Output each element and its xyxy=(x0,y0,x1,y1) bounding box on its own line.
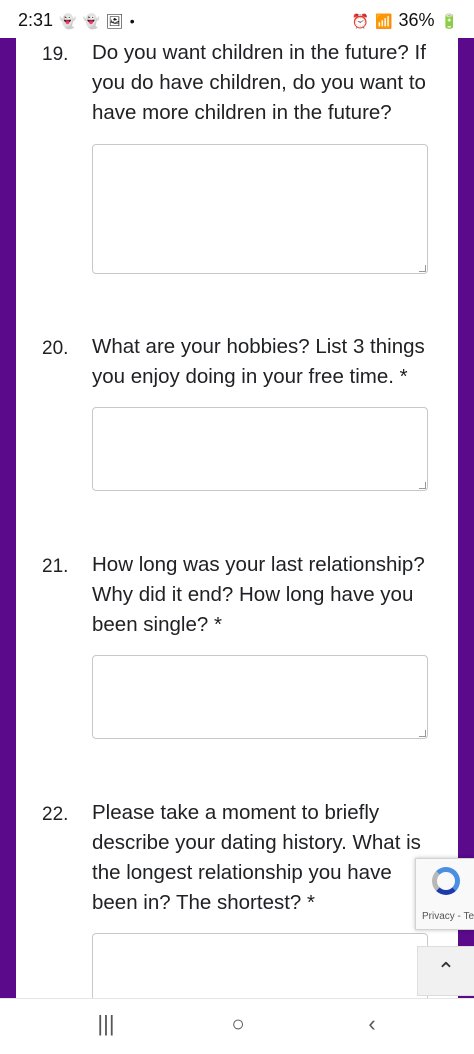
answer-textarea[interactable] xyxy=(92,655,428,739)
battery-level: 36% xyxy=(398,10,435,30)
recaptcha-icon xyxy=(432,867,460,895)
status-left: 2:31 👻 👻 🖼 • xyxy=(18,10,135,31)
resize-handle-icon[interactable] xyxy=(419,265,426,272)
answer-textarea[interactable] xyxy=(92,144,428,274)
question-text: What are your hobbies? List 3 things you… xyxy=(92,335,425,388)
recent-apps-button[interactable]: ||| xyxy=(86,1011,126,1037)
snapchat-icon: 👻 xyxy=(59,12,77,29)
answer-textarea[interactable] xyxy=(92,933,428,998)
clock: 2:31 xyxy=(18,10,54,30)
recaptcha-badge[interactable]: Privacy - Te xyxy=(415,858,474,930)
question-number: 22. xyxy=(42,804,69,825)
wifi-icon: 📶 xyxy=(375,12,393,29)
right-frame-border xyxy=(458,38,474,998)
chevron-up-icon: ⌃ xyxy=(436,958,456,983)
question-number: 21. xyxy=(42,556,69,577)
alarm-icon: ⏰ xyxy=(351,12,370,29)
back-button[interactable]: ‹ xyxy=(352,1011,392,1037)
home-button[interactable]: ○ xyxy=(218,1011,258,1037)
status-right: ⏰ 📶 36% 🔋 xyxy=(352,10,458,31)
system-nav-bar: ||| ○ ‹ xyxy=(0,998,474,1054)
scroll-to-top-button[interactable]: ⌃ xyxy=(417,946,474,996)
question-text: Do you want children in the future? If y… xyxy=(92,41,426,124)
form-content: 19. Do you want children in the future? … xyxy=(16,38,458,998)
snapchat-icon: 👻 xyxy=(82,12,100,29)
left-frame-border xyxy=(0,38,16,998)
resize-handle-icon[interactable] xyxy=(419,730,426,737)
question-number: 19. xyxy=(42,44,69,65)
image-icon: 🖼 xyxy=(105,12,124,29)
question-text: Please take a moment to briefly describe… xyxy=(92,801,421,914)
battery-icon: 🔋 xyxy=(440,12,458,29)
recaptcha-privacy-link[interactable]: Privacy - Te xyxy=(422,911,474,922)
dot-icon: • xyxy=(129,12,135,29)
question-number: 20. xyxy=(42,338,69,359)
resize-handle-icon[interactable] xyxy=(419,482,426,489)
question-text: How long was your last relationship? Why… xyxy=(92,553,425,636)
status-bar: 2:31 👻 👻 🖼 • ⏰ 📶 36% 🔋 xyxy=(0,0,474,38)
answer-textarea[interactable] xyxy=(92,407,428,491)
